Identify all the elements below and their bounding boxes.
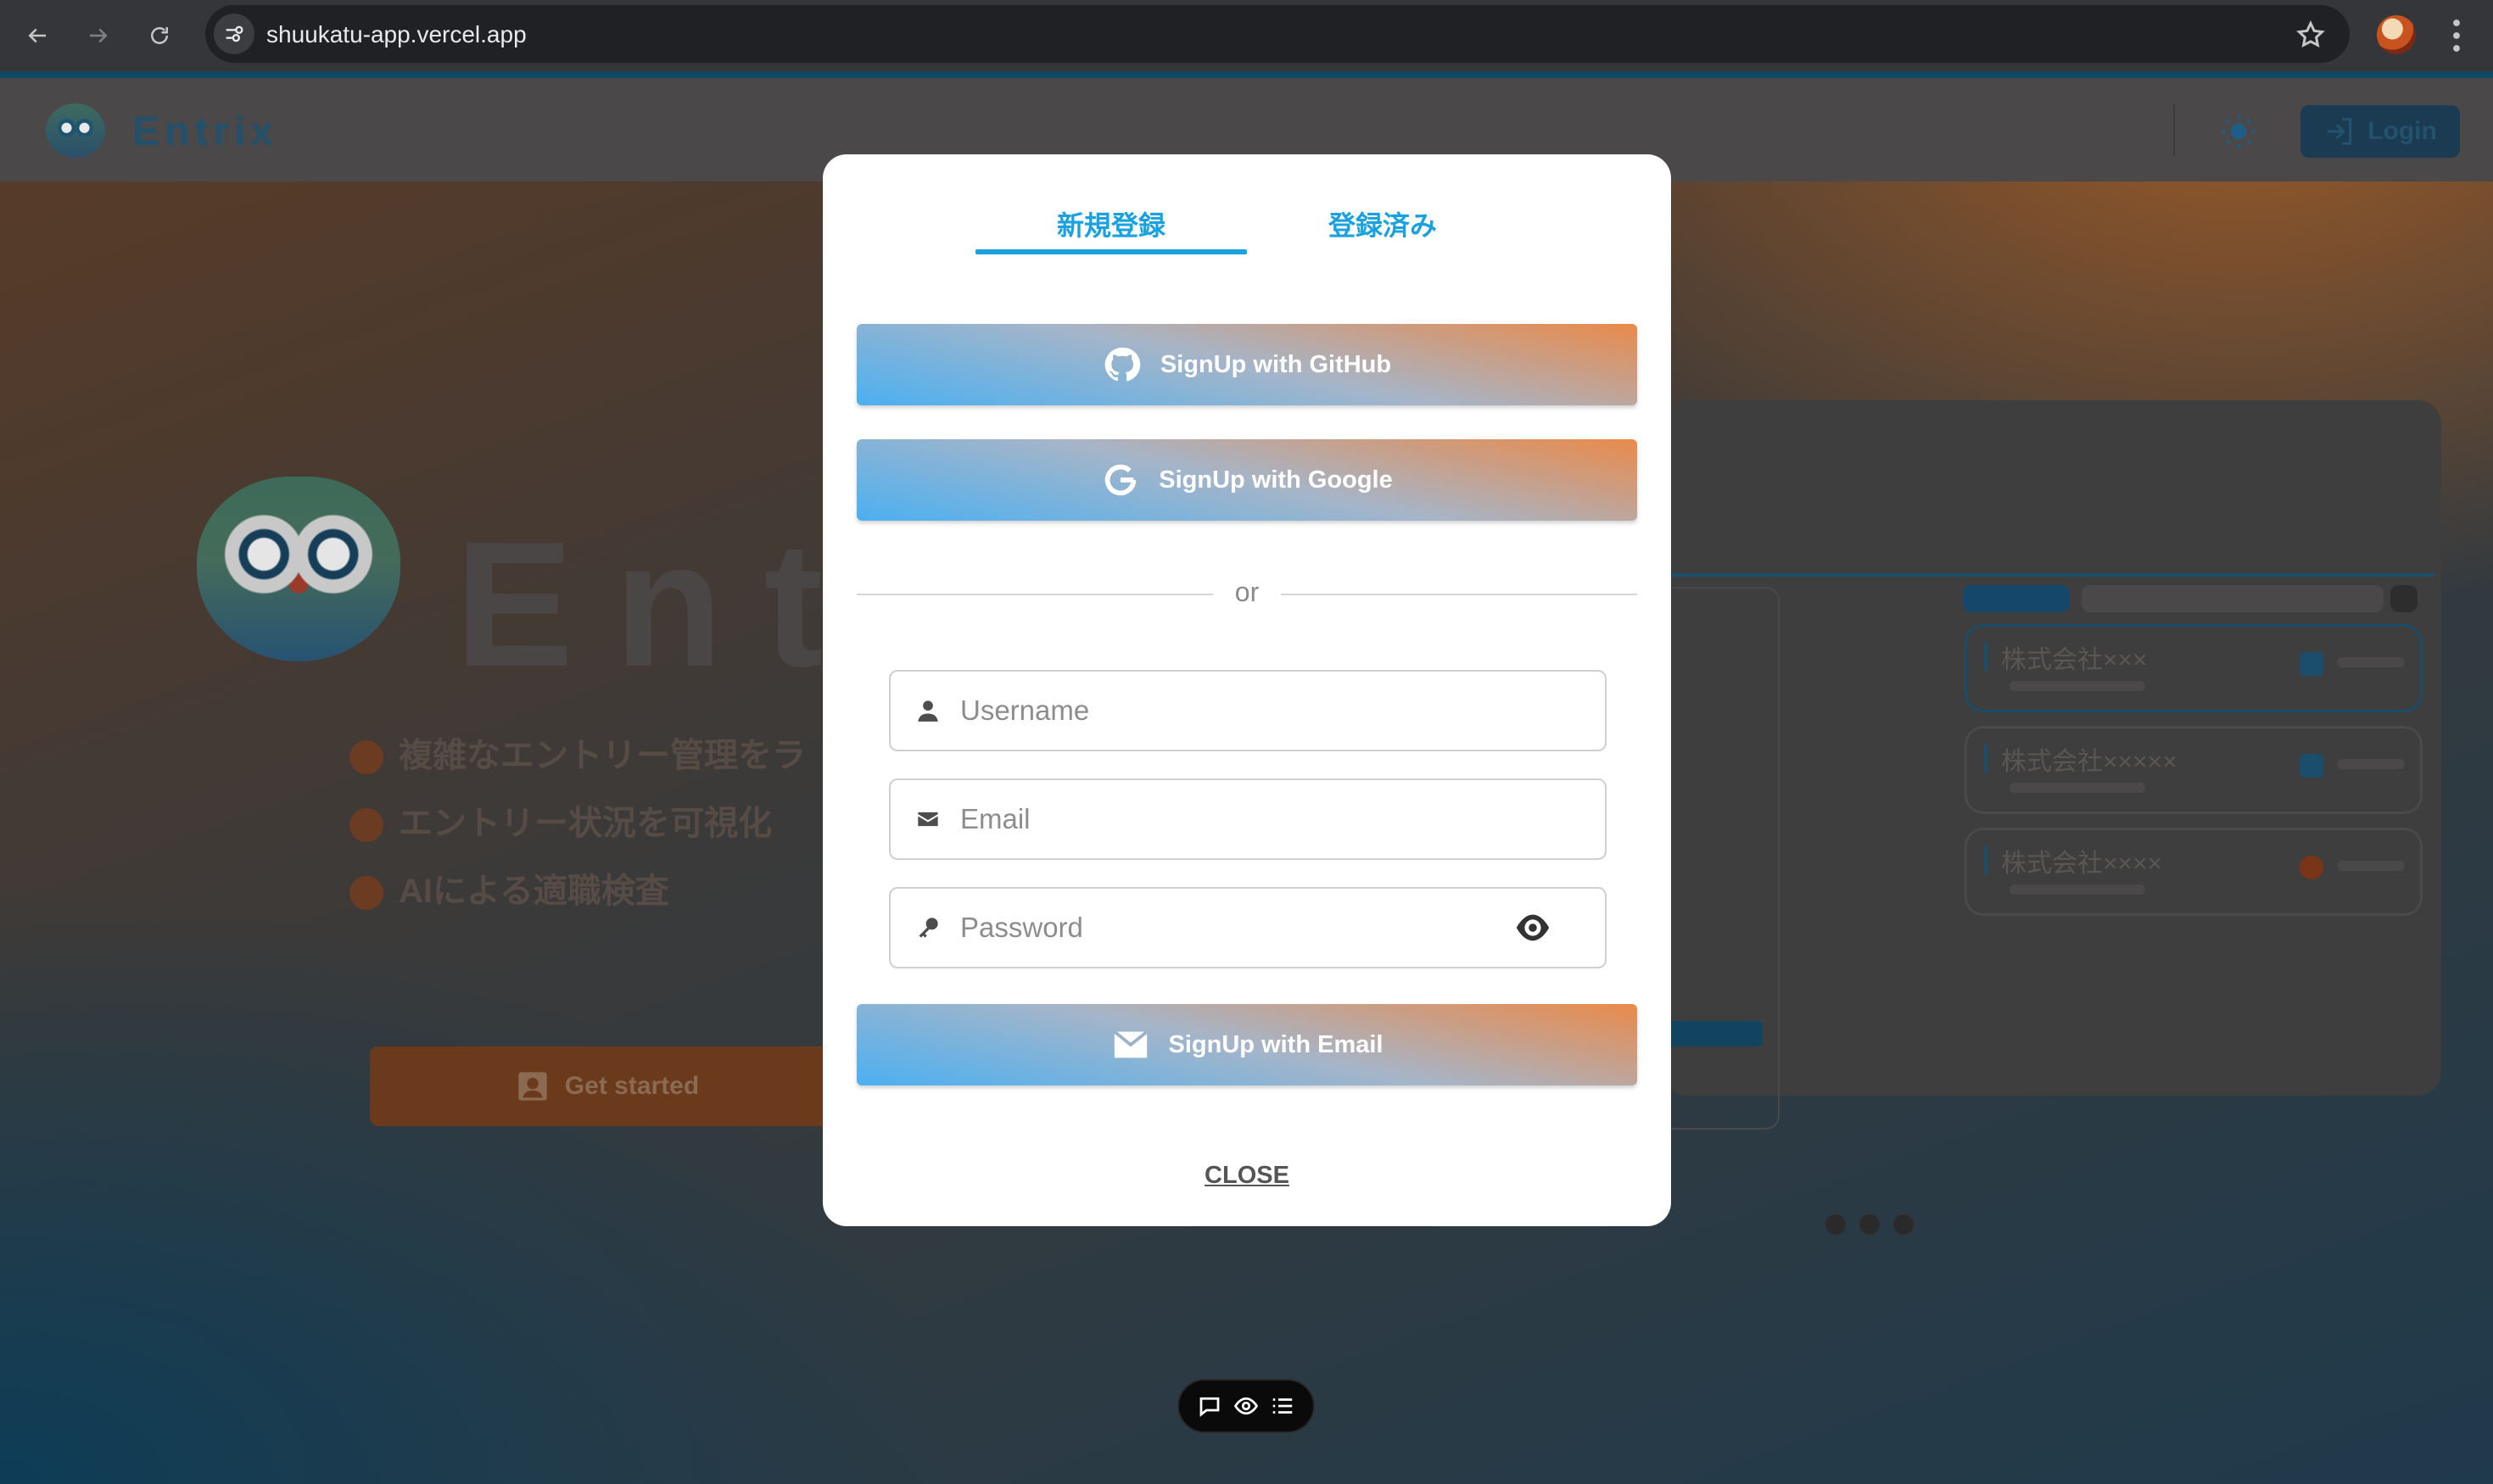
hero-owl-icon	[197, 477, 400, 661]
login-label: Login	[2367, 117, 2437, 145]
carousel-dot[interactable]	[1825, 1214, 1846, 1235]
address-bar[interactable]: shuukatu-app.vercel.app	[205, 5, 2350, 63]
envelope-icon	[918, 812, 938, 827]
password-input[interactable]	[959, 901, 1513, 955]
login-button[interactable]: Login	[2300, 105, 2460, 158]
check-circle-icon	[2300, 856, 2323, 879]
password-field[interactable]	[889, 887, 1607, 968]
company-name: 株式会社×××××	[2001, 748, 2177, 776]
eye-outline-icon	[1233, 1397, 1259, 1415]
divider-line	[1281, 594, 1637, 595]
tab-login[interactable]: 登録済み	[1247, 207, 1518, 253]
username-input[interactable]	[959, 683, 1513, 738]
list-icon	[1273, 1398, 1293, 1414]
reload-icon	[151, 27, 168, 44]
preview-toggle-button[interactable]	[1233, 1393, 1259, 1419]
profile-avatar[interactable]	[2377, 15, 2416, 54]
company-card: 株式会社×××	[1965, 624, 2423, 712]
key-icon	[919, 918, 938, 938]
url-text[interactable]: shuukatu-app.vercel.app	[266, 21, 527, 48]
forward-button[interactable]	[78, 15, 119, 56]
company-name: 株式会社×××	[2001, 646, 2148, 674]
user-icon	[918, 700, 938, 722]
feature-item: 複雑なエントリー管理をラ	[349, 728, 806, 777]
sun-icon[interactable]	[2219, 112, 2258, 151]
divider-text: or	[1234, 577, 1260, 607]
email-signup-button[interactable]: SignUp with Email	[857, 1004, 1637, 1085]
reload-button[interactable]	[139, 15, 180, 56]
comment-button[interactable]	[1197, 1393, 1222, 1419]
app-name: Entrix	[132, 109, 279, 154]
eye-icon[interactable]	[1513, 911, 1552, 945]
back-arrow-icon	[28, 28, 46, 43]
carousel-dot[interactable]	[1859, 1214, 1880, 1235]
active-tab-indicator	[975, 249, 1247, 254]
star-icon[interactable]	[2295, 20, 2326, 50]
feature-item: エントリー状況を可視化	[349, 795, 772, 845]
kebab-menu-icon[interactable]	[2441, 15, 2472, 56]
floating-toolbar	[1177, 1379, 1315, 1433]
comment-icon	[1199, 1397, 1220, 1417]
github-button-label: SignUp with GitHub	[1160, 350, 1392, 378]
user-badge-icon	[2300, 754, 2323, 778]
google-signup-button[interactable]: SignUp with Google	[857, 439, 1637, 521]
github-icon	[1104, 347, 1141, 382]
forward-arrow-icon	[90, 28, 108, 43]
login-icon	[2327, 118, 2352, 145]
people-icon	[2300, 652, 2323, 676]
email-input[interactable]	[959, 792, 1513, 846]
back-button[interactable]	[17, 15, 58, 56]
company-card: 株式会社××××	[1965, 828, 2423, 916]
header-divider	[2173, 103, 2175, 156]
tab-register[interactable]: 新規登録	[975, 207, 1247, 253]
feature-item: AIによる適職検査	[349, 863, 669, 912]
company-name: 株式会社××××	[2001, 850, 2163, 878]
email-field[interactable]	[889, 778, 1607, 860]
divider-line	[857, 594, 1213, 595]
signup-modal: 新規登録 登録済み SignUp with GitHub SignUp with…	[823, 154, 1671, 1226]
check-icon	[349, 808, 383, 843]
browser-toolbar: shuukatu-app.vercel.app	[0, 0, 2493, 71]
chrome-divider	[0, 71, 2493, 78]
preview-chip	[1963, 585, 2070, 612]
preview-search-bar	[2082, 585, 2384, 612]
check-icon	[349, 876, 383, 911]
company-card: 株式会社×××××	[1965, 726, 2423, 814]
preview-icon	[2390, 585, 2418, 612]
owl-logo-icon	[46, 103, 105, 158]
check-icon	[349, 740, 383, 775]
get-started-label: Get started	[564, 1072, 700, 1100]
carousel-dot[interactable]	[1893, 1214, 1914, 1235]
email-button-label: SignUp with Email	[1168, 1030, 1383, 1058]
github-signup-button[interactable]: SignUp with GitHub	[857, 324, 1637, 405]
preview-panel	[1663, 587, 1780, 1130]
google-button-label: SignUp with Google	[1159, 466, 1393, 494]
close-button[interactable]: CLOSE	[1162, 1162, 1332, 1190]
list-button[interactable]	[1270, 1393, 1295, 1419]
site-info-icon	[226, 25, 243, 42]
username-field[interactable]	[889, 670, 1607, 751]
site-info-button[interactable]	[214, 14, 254, 54]
preview-button	[1663, 1021, 1763, 1046]
preview-divider	[1663, 573, 2434, 577]
user-card-icon	[518, 1072, 547, 1101]
mail-icon	[1113, 1030, 1148, 1058]
google-icon	[1105, 464, 1137, 496]
get-started-button[interactable]: Get started	[370, 1046, 845, 1126]
